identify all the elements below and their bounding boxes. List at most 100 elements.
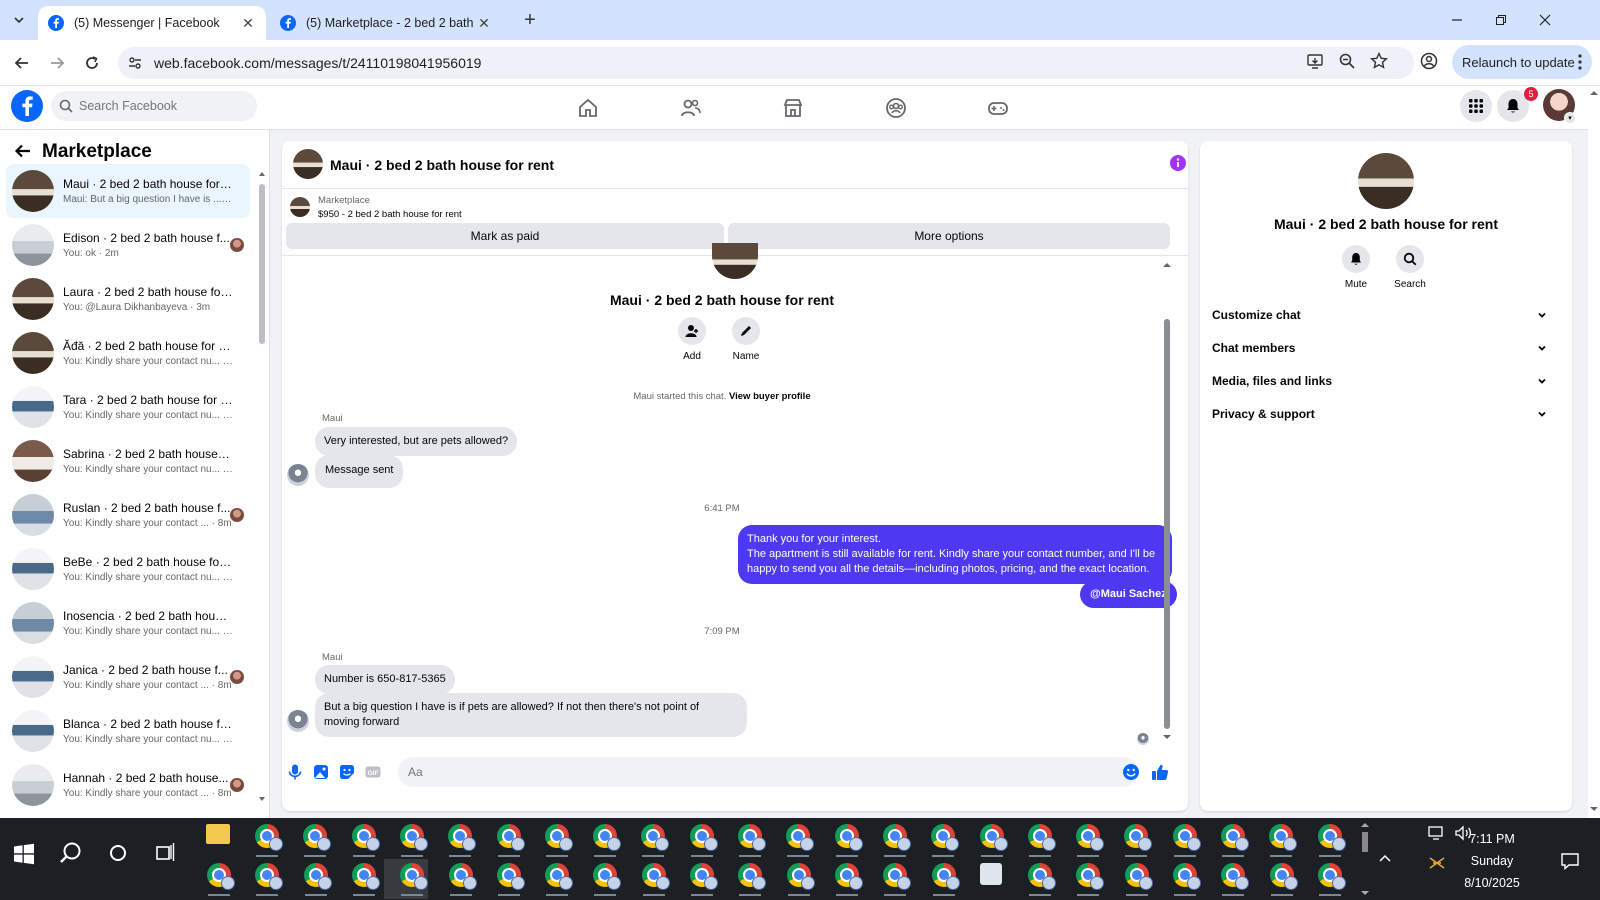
view-buyer-profile-link[interactable]: View buyer profile bbox=[729, 391, 811, 402]
clock-day[interactable]: Sunday bbox=[1447, 854, 1537, 868]
home-nav-icon[interactable] bbox=[572, 92, 604, 124]
info-icon[interactable] bbox=[1170, 155, 1186, 171]
incoming-message[interactable]: Message sent bbox=[315, 455, 404, 488]
chrome-window-icon[interactable] bbox=[641, 824, 669, 851]
outgoing-message[interactable]: Thank you for your interest. The apartme… bbox=[738, 525, 1172, 584]
gif-icon[interactable]: GIF bbox=[364, 763, 382, 781]
address-bar[interactable]: web.facebook.com/messages/t/241101980419… bbox=[118, 47, 1414, 79]
chrome-window-icon[interactable] bbox=[980, 824, 1008, 851]
thumbs-up-icon[interactable] bbox=[1151, 763, 1169, 781]
chrome-window-icon[interactable] bbox=[207, 863, 235, 890]
conversation-scrollbar[interactable] bbox=[1162, 261, 1172, 741]
chrome-window-icon[interactable] bbox=[738, 824, 766, 851]
window-close-icon[interactable] bbox=[1530, 8, 1560, 32]
windows-start-icon[interactable] bbox=[10, 840, 38, 868]
customize-chat-section[interactable]: Customize chat bbox=[1206, 300, 1554, 330]
chrome-window-icon[interactable] bbox=[1173, 824, 1201, 851]
minimize-icon[interactable] bbox=[1442, 8, 1472, 32]
taskbar-scrollbar[interactable] bbox=[1358, 818, 1372, 900]
chat-list-item[interactable]: Laura · 2 bed 2 bath house for r... You: … bbox=[6, 272, 250, 326]
conversation-title[interactable]: Maui · 2 bed 2 bath house for rent bbox=[330, 157, 554, 173]
chat-list-item[interactable]: Tara · 2 bed 2 bath house for rent You: K… bbox=[6, 380, 250, 434]
taskbar-app-icon[interactable] bbox=[980, 863, 1002, 885]
search-in-chat-button[interactable]: Search bbox=[1382, 245, 1438, 290]
chrome-window-icon[interactable] bbox=[786, 824, 814, 851]
profile-icon[interactable] bbox=[1420, 52, 1440, 72]
chrome-window-icon[interactable] bbox=[352, 863, 380, 890]
tab-close-icon[interactable]: ✕ bbox=[476, 15, 492, 31]
update-status-icon[interactable] bbox=[1428, 856, 1446, 873]
friends-nav-icon[interactable] bbox=[675, 92, 707, 124]
tab-close-icon[interactable]: ✕ bbox=[240, 15, 256, 31]
chrome-window-icon[interactable] bbox=[1318, 824, 1346, 851]
chrome-window-icon[interactable] bbox=[448, 824, 476, 851]
sticker-icon[interactable] bbox=[338, 763, 356, 781]
bookmark-star-icon[interactable] bbox=[1369, 51, 1390, 72]
incoming-message[interactable]: Very interested, but are pets allowed? bbox=[315, 427, 518, 456]
facebook-search-input[interactable] bbox=[79, 99, 249, 113]
chat-list-item[interactable]: BeBe · 2 bed 2 bath house for r... You: K… bbox=[6, 542, 250, 596]
marketplace-nav-icon[interactable] bbox=[777, 92, 809, 124]
chat-list-item[interactable]: Inosencia · 2 bed 2 bath house ... You: K… bbox=[6, 596, 250, 650]
chrome-window-icon[interactable] bbox=[835, 863, 863, 890]
chrome-window-icon[interactable] bbox=[1076, 863, 1104, 890]
media-files-links-section[interactable]: Media, files and links bbox=[1206, 366, 1554, 396]
sender-avatar[interactable] bbox=[287, 464, 309, 486]
name-chat-button[interactable]: Name bbox=[716, 317, 776, 362]
emoji-icon[interactable] bbox=[1122, 763, 1140, 781]
site-settings-icon[interactable] bbox=[120, 48, 150, 78]
groups-nav-icon[interactable] bbox=[880, 92, 912, 124]
chrome-window-icon[interactable] bbox=[497, 863, 525, 890]
menu-grid-button[interactable] bbox=[1460, 90, 1492, 122]
add-people-button[interactable]: Add bbox=[662, 317, 722, 362]
scrollbar-thumb[interactable] bbox=[259, 184, 265, 344]
network-icon[interactable] bbox=[1428, 825, 1446, 844]
chrome-window-icon[interactable] bbox=[400, 863, 428, 890]
kebab-menu-icon[interactable] bbox=[1578, 54, 1582, 73]
file-explorer-icon[interactable] bbox=[206, 824, 230, 844]
chrome-window-icon[interactable] bbox=[255, 863, 283, 890]
chrome-window-icon[interactable] bbox=[449, 863, 477, 890]
chat-list-item[interactable]: Hannah · 2 bed 2 bath house... You: Kindl… bbox=[6, 758, 250, 812]
chat-list-item[interactable]: Sabrina · 2 bed 2 bath house fo... You: K… bbox=[6, 434, 250, 488]
chrome-window-icon[interactable] bbox=[1028, 824, 1056, 851]
chrome-window-icon[interactable] bbox=[883, 824, 911, 851]
chrome-window-icon[interactable] bbox=[545, 863, 573, 890]
forward-icon[interactable] bbox=[45, 51, 69, 75]
browser-tab-marketplace[interactable]: (5) Marketplace - 2 bed 2 bath h ✕ bbox=[270, 6, 502, 40]
page-scrollbar[interactable] bbox=[1588, 86, 1600, 818]
tab-search-menu[interactable] bbox=[6, 8, 32, 32]
chrome-window-icon[interactable] bbox=[835, 824, 863, 851]
chrome-window-icon[interactable] bbox=[593, 824, 621, 851]
chrome-window-icon[interactable] bbox=[642, 863, 670, 890]
chrome-window-icon[interactable] bbox=[738, 863, 766, 890]
chrome-window-icon[interactable] bbox=[400, 824, 428, 851]
taskbar-search-icon[interactable] bbox=[58, 840, 86, 868]
chrome-window-icon[interactable] bbox=[304, 863, 332, 890]
chat-list-item[interactable]: Edison · 2 bed 2 bath house f... You: ok … bbox=[6, 218, 250, 272]
chrome-window-icon[interactable] bbox=[1125, 863, 1153, 890]
chrome-window-icon[interactable] bbox=[1269, 824, 1297, 851]
chrome-window-icon[interactable] bbox=[931, 824, 959, 851]
chrome-window-icon[interactable] bbox=[593, 863, 621, 890]
cortana-icon[interactable] bbox=[105, 840, 133, 868]
url-text[interactable]: web.facebook.com/messages/t/241101980419… bbox=[154, 55, 1414, 71]
back-arrow-icon[interactable] bbox=[14, 142, 34, 162]
listing-avatar[interactable] bbox=[293, 149, 323, 179]
scrollbar-thumb[interactable] bbox=[1362, 832, 1368, 852]
back-icon[interactable] bbox=[10, 51, 34, 75]
chrome-window-icon[interactable] bbox=[303, 824, 331, 851]
chrome-window-icon[interactable] bbox=[255, 824, 283, 851]
message-input-box[interactable] bbox=[398, 757, 1138, 787]
chrome-window-icon[interactable] bbox=[497, 824, 525, 851]
chrome-window-icon[interactable] bbox=[1076, 824, 1104, 851]
chevron-down-icon[interactable]: ▾ bbox=[1564, 112, 1576, 124]
task-view-icon[interactable] bbox=[152, 840, 180, 868]
chrome-window-icon[interactable] bbox=[352, 824, 380, 851]
chrome-window-icon[interactable] bbox=[1318, 863, 1346, 890]
chrome-window-icon[interactable] bbox=[1270, 863, 1298, 890]
install-app-icon[interactable] bbox=[1306, 52, 1326, 72]
browser-tab-messenger[interactable]: (5) Messenger | Facebook ✕ bbox=[38, 6, 266, 40]
chrome-window-icon[interactable] bbox=[690, 824, 718, 851]
chrome-window-icon[interactable] bbox=[1221, 824, 1249, 851]
